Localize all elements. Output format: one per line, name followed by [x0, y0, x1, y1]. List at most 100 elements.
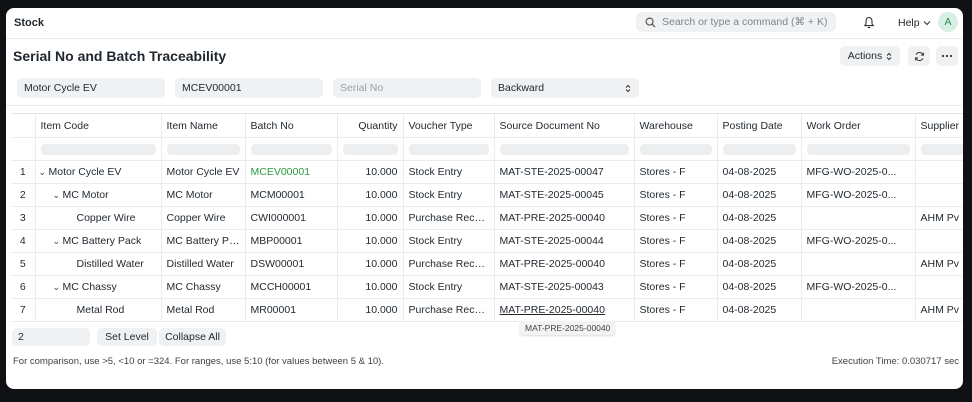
column-filter-input[interactable] [35, 137, 162, 161]
column-filter-input[interactable] [634, 137, 718, 161]
chevron-down-icon[interactable]: ⌄ [39, 167, 49, 178]
source-document-cell[interactable]: MAT-STE-2025-00044 [494, 229, 635, 253]
item-code[interactable]: Copper Wire [77, 212, 136, 224]
collapse-all-button[interactable]: Collapse All [159, 328, 226, 346]
item-name-cell: MC Chassy [161, 275, 246, 299]
source-document-cell[interactable]: MAT-PRE-2025-00040 [494, 298, 635, 322]
table-row[interactable]: 5 Distilled Water Distilled Water DSW00001 1… [11, 252, 963, 276]
work-order-cell[interactable]: MFG-WO-2025-0... [801, 229, 916, 253]
column-header[interactable]: Posting Date [717, 114, 802, 138]
column-filter-input[interactable] [801, 137, 916, 161]
more-menu-button[interactable] [936, 46, 958, 66]
item-code[interactable]: Motor Cycle EV [49, 166, 122, 178]
row-index: 5 [11, 252, 36, 276]
table-header-row: Item Code Item Name Batch No Quantity Vo… [11, 114, 963, 138]
posting-date-cell: 04-08-2025 [717, 229, 802, 253]
table-row[interactable]: 4 ⌄ MC Battery Pack MC Battery Pa... MBP0000… [11, 229, 963, 253]
supplier-cell [915, 275, 963, 299]
column-header[interactable]: Supplier [915, 114, 963, 138]
batch-no-cell[interactable]: DSW00001 [245, 252, 338, 276]
work-order-cell[interactable] [801, 298, 916, 322]
warehouse-cell: Stores - F [634, 160, 718, 184]
source-document-cell[interactable]: MAT-STE-2025-00047 [494, 160, 635, 184]
quantity-cell: 10.000 [337, 206, 404, 230]
batch-no-cell[interactable]: MCM00001 [245, 183, 338, 207]
batch-no-cell[interactable]: MCEV00001 [245, 160, 338, 184]
item-code[interactable]: MC Battery Pack [63, 235, 142, 247]
app-name[interactable]: Stock [14, 17, 44, 29]
quantity-cell: 10.000 [337, 183, 404, 207]
item-name-cell: MC Battery Pa... [161, 229, 246, 253]
chevron-down-icon[interactable]: ⌄ [53, 282, 63, 293]
bell-icon[interactable] [863, 16, 875, 29]
table-row[interactable]: 2 ⌄ MC Motor MC Motor MCM00001 10.000 Stock En… [11, 183, 963, 207]
actions-button[interactable]: Actions [840, 46, 900, 66]
supplier-cell: AHM Pv [915, 298, 963, 322]
column-filter-input[interactable] [915, 137, 963, 161]
batch-no-cell[interactable]: CWI000001 [245, 206, 338, 230]
voucher-type-cell: Stock Entry [403, 183, 495, 207]
execution-time: Execution Time: 0.030717 sec [831, 356, 959, 367]
work-order-cell[interactable]: MFG-WO-2025-0... [801, 275, 916, 299]
source-document-cell[interactable]: MAT-STE-2025-00045 [494, 183, 635, 207]
serial-no-filter[interactable]: Serial No [333, 78, 481, 98]
table-row[interactable]: 1 ⌄ Motor Cycle EV Motor Cycle EV MCEV00001 1… [11, 160, 963, 184]
item-code[interactable]: MC Chassy [63, 281, 117, 293]
batch-no-cell[interactable]: MCCH00001 [245, 275, 338, 299]
refresh-button[interactable] [908, 46, 930, 66]
item-code[interactable]: Metal Rod [77, 304, 125, 316]
column-header[interactable]: Item Name [161, 114, 246, 138]
row-index: 2 [11, 183, 36, 207]
batch-filter[interactable]: MCEV00001 [175, 78, 323, 98]
column-filter-input[interactable] [403, 137, 495, 161]
level-input[interactable]: 2 [12, 328, 90, 346]
item-code[interactable]: MC Motor [63, 189, 109, 201]
warehouse-cell: Stores - F [634, 229, 718, 253]
column-filter-input[interactable] [494, 137, 635, 161]
column-header[interactable]: Voucher Type [403, 114, 495, 138]
set-level-button[interactable]: Set Level [97, 328, 157, 346]
chevron-down-icon[interactable]: ⌄ [53, 236, 63, 247]
work-order-cell[interactable] [801, 206, 916, 230]
column-filter-input[interactable] [245, 137, 338, 161]
table-row[interactable]: 7 Metal Rod Metal Rod MR00001 10.000 Purchase… [11, 298, 963, 322]
table-row[interactable]: 3 Copper Wire Copper Wire CWI000001 10.000 Pu… [11, 206, 963, 230]
work-order-cell[interactable] [801, 252, 916, 276]
source-document-cell[interactable]: MAT-STE-2025-00043 [494, 275, 635, 299]
column-header[interactable]: Work Order [801, 114, 916, 138]
supplier-cell: AHM Pv [915, 206, 963, 230]
posting-date-cell: 04-08-2025 [717, 206, 802, 230]
batch-no-cell[interactable]: MBP00001 [245, 229, 338, 253]
source-document-cell[interactable]: MAT-PRE-2025-00040 [494, 252, 635, 276]
item-code[interactable]: Distilled Water [77, 258, 144, 270]
batch-no-cell[interactable]: MR00001 [245, 298, 338, 322]
item-code-cell: Copper Wire [35, 206, 162, 230]
quantity-cell: 10.000 [337, 252, 404, 276]
table-row[interactable]: 6 ⌄ MC Chassy MC Chassy MCCH00001 10.000 Stock… [11, 275, 963, 299]
column-filter-input[interactable] [337, 137, 404, 161]
item-code-cell: ⌄ MC Battery Pack [35, 229, 162, 253]
column-header[interactable]: Item Code [35, 114, 162, 138]
avatar[interactable]: A [938, 12, 958, 32]
warehouse-cell: Stores - F [634, 275, 718, 299]
item-code-cell: ⌄ Motor Cycle EV [35, 160, 162, 184]
direction-select[interactable]: Backward [491, 78, 639, 98]
search-bar[interactable]: Search or type a command (⌘ + K) [636, 12, 836, 32]
column-header[interactable]: Warehouse [634, 114, 718, 138]
work-order-cell[interactable]: MFG-WO-2025-0... [801, 160, 916, 184]
row-index: 1 [11, 160, 36, 184]
work-order-cell[interactable]: MFG-WO-2025-0... [801, 183, 916, 207]
source-document-cell[interactable]: MAT-PRE-2025-00040 [494, 206, 635, 230]
column-header[interactable]: Quantity [337, 114, 404, 138]
posting-date-cell: 04-08-2025 [717, 160, 802, 184]
column-filter-input[interactable] [717, 137, 802, 161]
row-index: 7 [11, 298, 36, 322]
column-filter-input[interactable] [161, 137, 246, 161]
item-filter[interactable]: Motor Cycle EV [17, 78, 165, 98]
column-header-index [11, 114, 36, 138]
column-header[interactable]: Batch No [245, 114, 338, 138]
chevron-down-icon[interactable]: ⌄ [53, 190, 63, 201]
help-menu[interactable]: Help [898, 17, 931, 29]
posting-date-cell: 04-08-2025 [717, 252, 802, 276]
column-header[interactable]: Source Document No [494, 114, 635, 138]
